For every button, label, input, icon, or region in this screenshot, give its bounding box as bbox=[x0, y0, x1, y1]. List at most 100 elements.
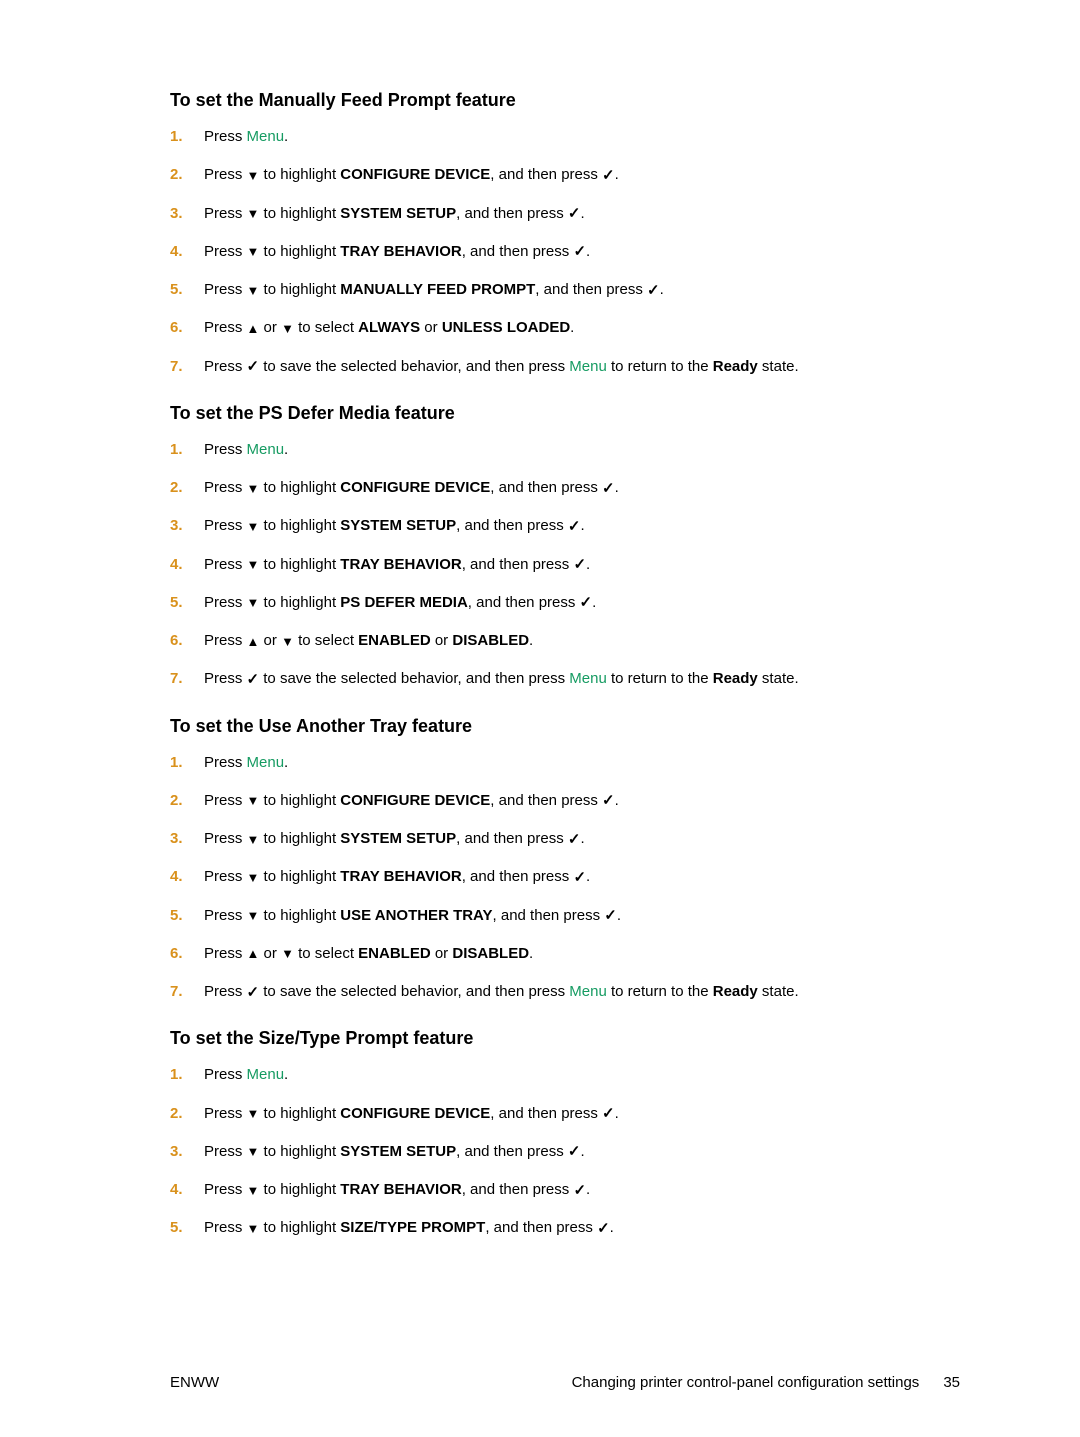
step-text: , and then press bbox=[490, 479, 602, 496]
step-text: Press bbox=[204, 128, 247, 145]
step-text: to highlight bbox=[259, 517, 340, 534]
step-text: , and then press bbox=[490, 1105, 602, 1122]
arrow-down-icon bbox=[247, 595, 260, 610]
footer-right-text: Changing printer control-panel configura… bbox=[572, 1374, 920, 1391]
check-icon bbox=[247, 359, 260, 374]
step-text: Press bbox=[204, 281, 247, 298]
step-text: Press bbox=[204, 983, 247, 1000]
step-text: . bbox=[580, 830, 584, 847]
step-item: Press to highlight SIZE/TYPE PROMPT, and… bbox=[170, 1218, 960, 1238]
step-text: Press bbox=[204, 441, 247, 458]
step-item: Press to highlight CONFIGURE DEVICE, and… bbox=[170, 791, 960, 811]
steps-list: Press Menu.Press to highlight CONFIGURE … bbox=[170, 1065, 960, 1238]
step-text: , and then press bbox=[456, 205, 568, 222]
bold-label: SYSTEM SETUP bbox=[340, 830, 456, 847]
menu-label: Menu bbox=[247, 441, 285, 458]
step-text: or bbox=[259, 945, 281, 962]
bold-label: TRAY BEHAVIOR bbox=[340, 1181, 461, 1198]
bold-label: SYSTEM SETUP bbox=[340, 1143, 456, 1160]
bold-label: MANUALLY FEED PROMPT bbox=[340, 281, 535, 298]
check-icon bbox=[568, 832, 581, 847]
step-text: . bbox=[580, 1143, 584, 1160]
step-text: to save the selected behavior, and then … bbox=[259, 983, 569, 1000]
bold-label: ENABLED bbox=[358, 945, 431, 962]
bold-label: DISABLED bbox=[452, 945, 529, 962]
arrow-down-icon bbox=[281, 634, 294, 649]
step-text: . bbox=[615, 479, 619, 496]
arrow-down-icon bbox=[247, 870, 260, 885]
step-text: , and then press bbox=[462, 868, 574, 885]
check-icon bbox=[568, 206, 581, 221]
bold-label: ENABLED bbox=[358, 632, 431, 649]
step-text: to highlight bbox=[259, 281, 340, 298]
step-text: . bbox=[660, 281, 664, 298]
step-item: Press Menu. bbox=[170, 127, 960, 147]
step-text: Press bbox=[204, 907, 247, 924]
step-text: . bbox=[284, 754, 288, 771]
step-text: Press bbox=[204, 594, 247, 611]
step-text: to select bbox=[294, 319, 358, 336]
step-text: . bbox=[570, 319, 574, 336]
step-text: Press bbox=[204, 517, 247, 534]
bold-label: CONFIGURE DEVICE bbox=[340, 166, 490, 183]
step-text: to save the selected behavior, and then … bbox=[259, 670, 569, 687]
step-text: Press bbox=[204, 1181, 247, 1198]
step-text: . bbox=[580, 517, 584, 534]
arrow-down-icon bbox=[281, 946, 294, 961]
menu-label: Menu bbox=[247, 754, 285, 771]
step-text: to select bbox=[294, 945, 358, 962]
check-icon bbox=[568, 519, 581, 534]
step-text: to highlight bbox=[259, 792, 340, 809]
step-text: Press bbox=[204, 1143, 247, 1160]
step-text: , and then press bbox=[462, 556, 574, 573]
check-icon bbox=[247, 985, 260, 1000]
step-text: to return to the bbox=[607, 670, 713, 687]
step-item: Press to highlight SYSTEM SETUP, and the… bbox=[170, 516, 960, 536]
step-text: , and then press bbox=[456, 517, 568, 534]
check-icon bbox=[580, 595, 593, 610]
check-icon bbox=[573, 244, 586, 259]
arrow-down-icon bbox=[247, 793, 260, 808]
arrow-down-icon bbox=[247, 519, 260, 534]
arrow-down-icon bbox=[247, 1106, 260, 1121]
bold-label: TRAY BEHAVIOR bbox=[340, 556, 461, 573]
step-text: Press bbox=[204, 792, 247, 809]
bold-label: SIZE/TYPE PROMPT bbox=[340, 1219, 485, 1236]
step-text: Press bbox=[204, 479, 247, 496]
arrow-down-icon bbox=[247, 1183, 260, 1198]
step-text: Press bbox=[204, 754, 247, 771]
check-icon bbox=[573, 1183, 586, 1198]
step-text: Press bbox=[204, 945, 247, 962]
step-text: . bbox=[586, 556, 590, 573]
step-text: Press bbox=[204, 1219, 247, 1236]
arrow-down-icon bbox=[247, 206, 260, 221]
step-item: Press to highlight TRAY BEHAVIOR, and th… bbox=[170, 242, 960, 262]
menu-label: Menu bbox=[569, 670, 607, 687]
step-text: or bbox=[259, 319, 281, 336]
bold-label: CONFIGURE DEVICE bbox=[340, 792, 490, 809]
arrow-down-icon bbox=[247, 1221, 260, 1236]
step-text: Press bbox=[204, 670, 247, 687]
step-text: state. bbox=[758, 670, 799, 687]
check-icon bbox=[602, 481, 615, 496]
step-item: Press Menu. bbox=[170, 440, 960, 460]
step-text: , and then press bbox=[462, 1181, 574, 1198]
steps-list: Press Menu.Press to highlight CONFIGURE … bbox=[170, 440, 960, 690]
step-item: Press to highlight CONFIGURE DEVICE, and… bbox=[170, 165, 960, 185]
step-item: Press to save the selected behavior, and… bbox=[170, 669, 960, 689]
check-icon bbox=[602, 793, 615, 808]
section-heading: To set the Use Another Tray feature bbox=[170, 716, 960, 737]
arrow-down-icon bbox=[247, 168, 260, 183]
step-text: to highlight bbox=[259, 1219, 340, 1236]
step-text: . bbox=[610, 1219, 614, 1236]
step-text: or bbox=[259, 632, 281, 649]
step-item: Press or to select ALWAYS or UNLESS LOAD… bbox=[170, 318, 960, 338]
step-text: . bbox=[586, 868, 590, 885]
arrow-down-icon bbox=[247, 832, 260, 847]
bold-label: TRAY BEHAVIOR bbox=[340, 243, 461, 260]
step-text: , and then press bbox=[456, 830, 568, 847]
step-text: state. bbox=[758, 358, 799, 375]
check-icon bbox=[647, 283, 660, 298]
check-icon bbox=[573, 870, 586, 885]
step-item: Press Menu. bbox=[170, 1065, 960, 1085]
